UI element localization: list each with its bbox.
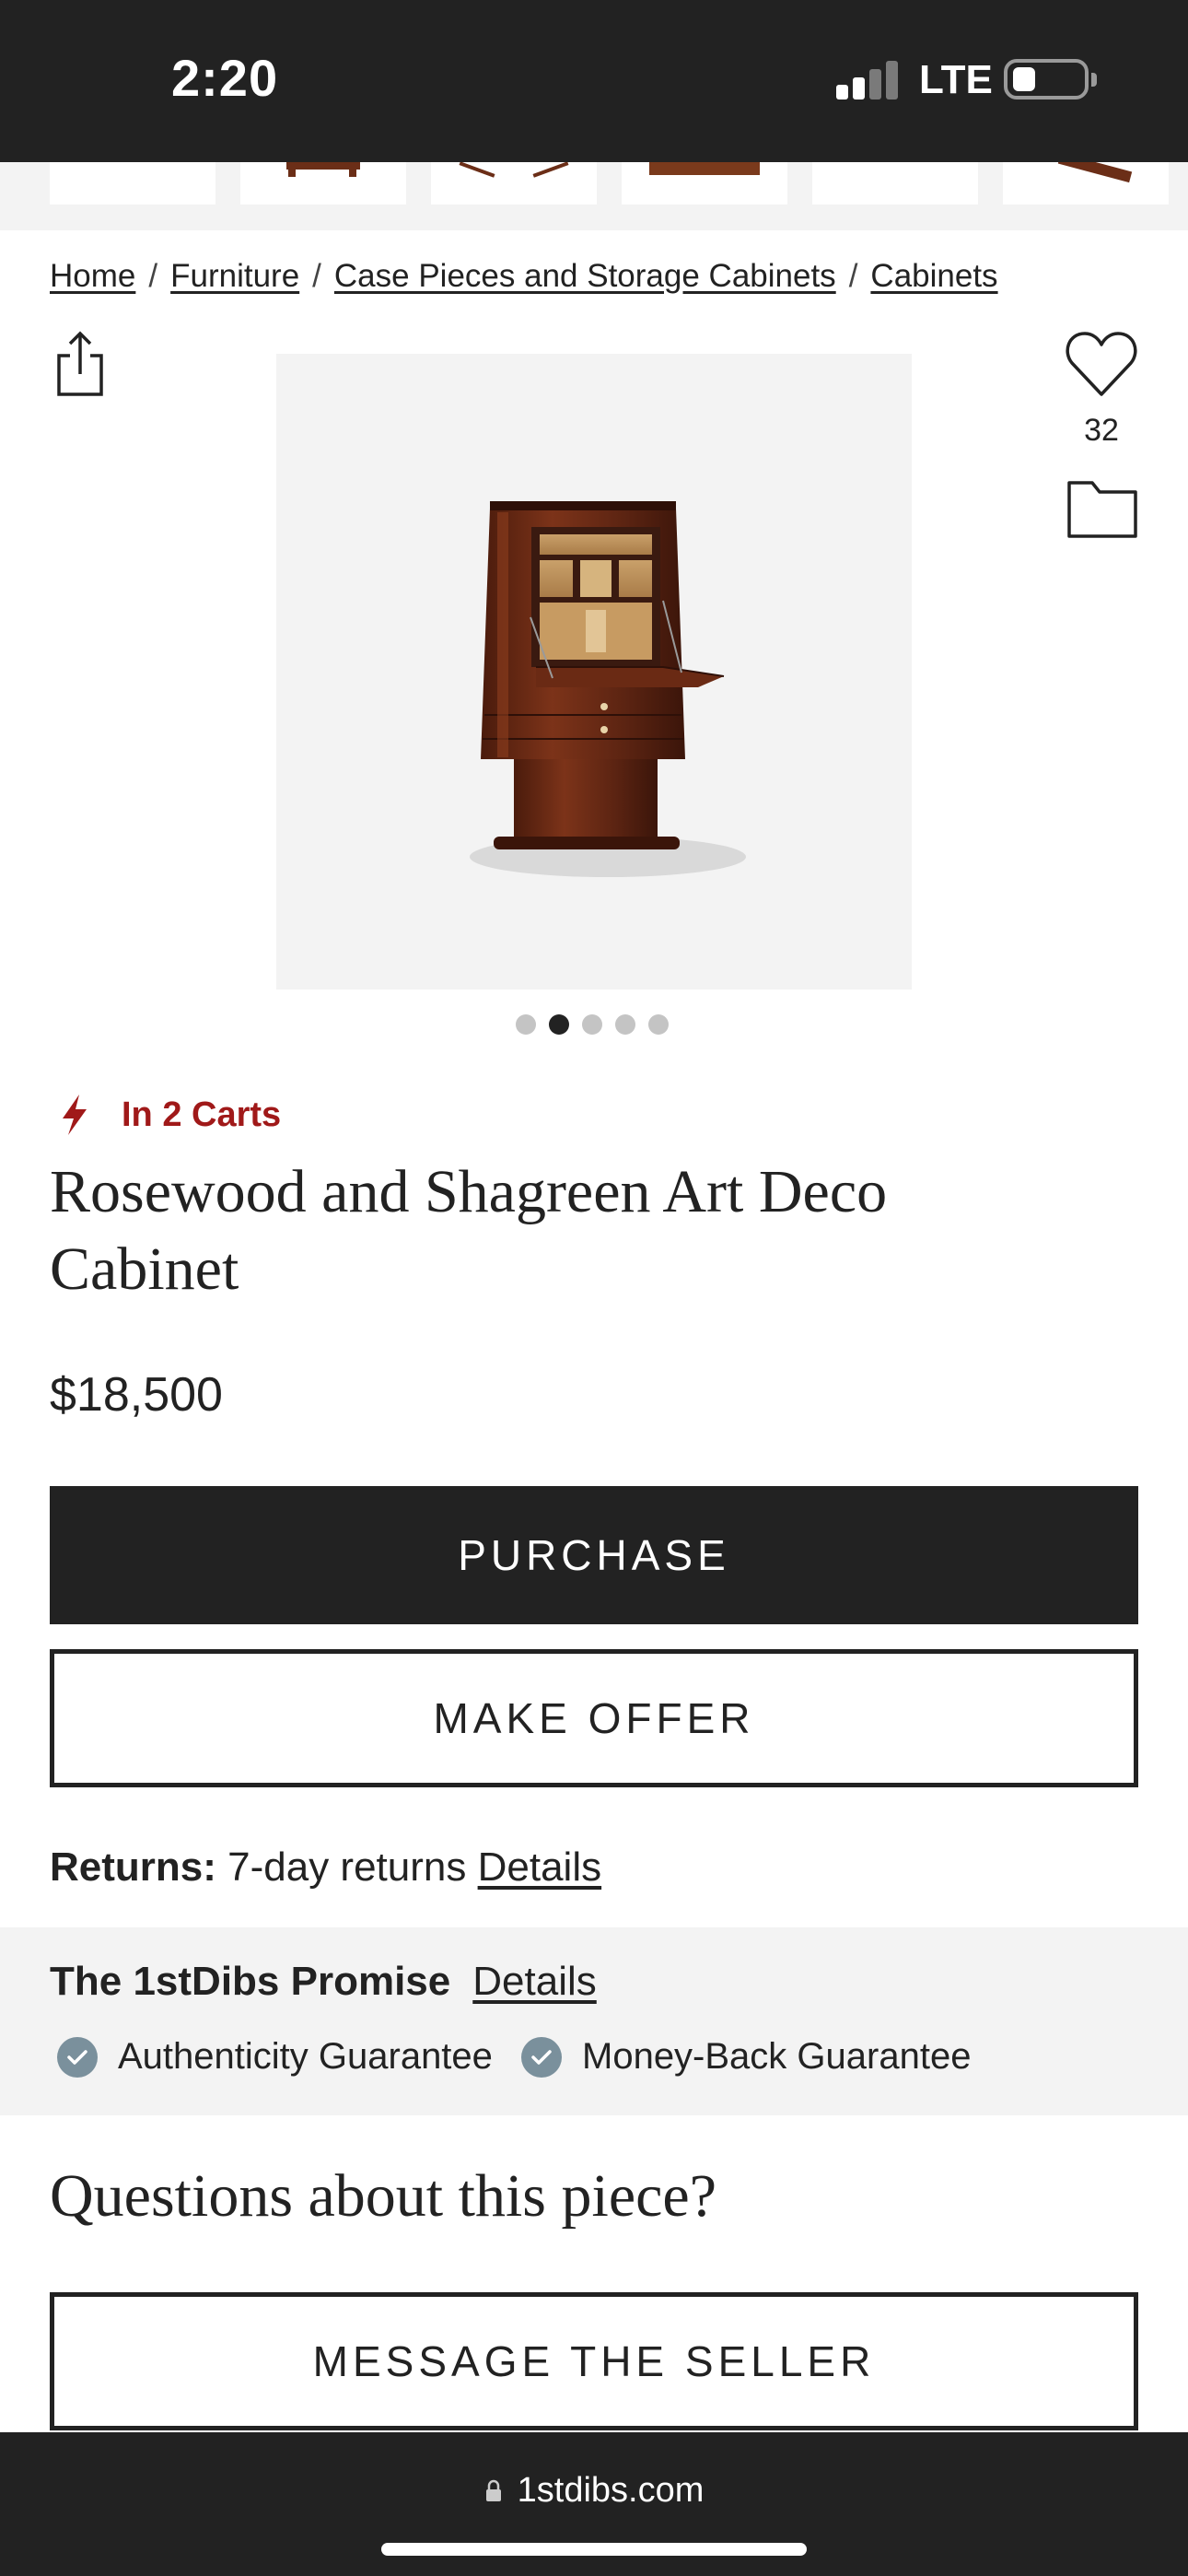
returns-label: Returns:	[50, 1844, 216, 1890]
breadcrumb-case-pieces[interactable]: Case Pieces and Storage Cabinets	[334, 258, 836, 294]
breadcrumb-separator: /	[148, 258, 158, 294]
thumbnail[interactable]	[50, 162, 215, 205]
breadcrumb-separator: /	[848, 258, 858, 294]
returns-info: Returns: 7-day returns Details	[50, 1844, 601, 1891]
guarantee-item: Money-Back Guarantee	[521, 2036, 971, 2078]
guarantee-item: Authenticity Guarantee	[57, 2036, 493, 2078]
gallery-dot[interactable]	[582, 1014, 602, 1035]
check-icon	[521, 2036, 562, 2078]
questions-heading: Questions about this piece?	[50, 2162, 717, 2230]
heart-icon[interactable]	[1065, 328, 1138, 398]
thumbnail-strip[interactable]	[0, 162, 1188, 230]
thumbnail[interactable]	[622, 162, 787, 205]
favorites-count: 32	[1084, 413, 1119, 448]
gallery-dot[interactable]	[615, 1014, 635, 1035]
breadcrumb-separator: /	[312, 258, 321, 294]
thumbnail[interactable]	[812, 162, 978, 205]
thumbnail[interactable]	[431, 162, 597, 205]
in-carts-text: In 2 Carts	[122, 1095, 282, 1134]
gallery-dot[interactable]	[516, 1014, 536, 1035]
guarantee-label: Authenticity Guarantee	[118, 2036, 493, 2077]
share-icon[interactable]	[52, 328, 109, 398]
signal-icon	[836, 59, 901, 100]
url-text: 1stdibs.com	[517, 2471, 705, 2510]
purchase-button[interactable]: PURCHASE	[50, 1486, 1138, 1624]
breadcrumb: Home / Furniture / Case Pieces and Storage C…	[50, 258, 998, 295]
gallery-pagination[interactable]	[516, 1014, 681, 1036]
lightning-icon	[63, 1095, 87, 1135]
status-bar: 2:20 LTE	[0, 0, 1188, 162]
thumbnail[interactable]	[1003, 162, 1169, 205]
network-type: LTE	[919, 57, 993, 102]
browser-url-bar[interactable]: 1stdibs.com	[0, 2432, 1188, 2576]
returns-details-link[interactable]: Details	[478, 1844, 602, 1890]
in-carts-badge: In 2 Carts	[59, 1093, 281, 1137]
battery-icon	[1004, 59, 1097, 100]
breadcrumb-cabinets[interactable]: Cabinets	[870, 258, 997, 294]
product-image[interactable]	[276, 354, 912, 989]
breadcrumb-home[interactable]: Home	[50, 258, 135, 294]
promise-header: The 1stDibs Promise Details	[50, 1959, 597, 2005]
message-seller-button[interactable]: MESSAGE THE SELLER	[50, 2292, 1138, 2430]
home-indicator[interactable]	[381, 2543, 807, 2556]
gallery-dot[interactable]	[648, 1014, 669, 1035]
thumbnail[interactable]	[240, 162, 406, 205]
breadcrumb-furniture[interactable]: Furniture	[170, 258, 299, 294]
product-price: $18,500	[50, 1368, 223, 1422]
guarantee-label: Money-Back Guarantee	[582, 2036, 972, 2077]
gallery-dot-active[interactable]	[549, 1014, 569, 1035]
promise-panel: The 1stDibs Promise Details Authenticity …	[0, 1927, 1188, 2115]
lock-icon	[485, 2479, 501, 2501]
url-display[interactable]: 1stdibs.com	[0, 2471, 1188, 2511]
promise-details-link[interactable]: Details	[472, 1959, 597, 2004]
status-time: 2:20	[171, 49, 279, 107]
returns-value: 7-day returns	[227, 1844, 467, 1890]
make-offer-button[interactable]: MAKE OFFER	[50, 1649, 1138, 1787]
product-title: Rosewood and Shagreen Art Deco Cabinet	[50, 1158, 888, 1303]
check-icon	[57, 2036, 98, 2078]
promise-title: The 1stDibs Promise	[50, 1959, 451, 2004]
folder-icon[interactable]	[1066, 479, 1138, 540]
